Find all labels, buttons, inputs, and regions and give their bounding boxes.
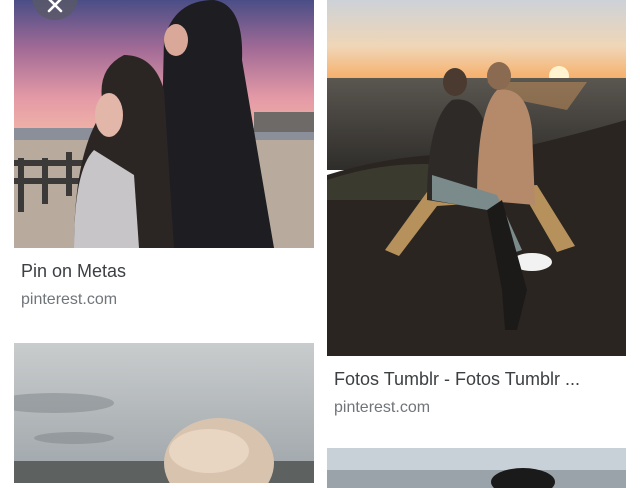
- result-title-1[interactable]: Pin on Metas: [21, 260, 307, 282]
- result-image-1[interactable]: [14, 0, 314, 248]
- result-card-2[interactable]: Fotos Tumblr - Fotos Tumblr ... pinteres…: [327, 0, 626, 430]
- result-image-4[interactable]: [327, 448, 626, 488]
- result-source-1: pinterest.com: [21, 291, 118, 308]
- result-title-2[interactable]: Fotos Tumblr - Fotos Tumblr ...: [334, 368, 619, 390]
- close-icon: [47, 0, 63, 13]
- result-card-1[interactable]: Pin on Metas pinterest.com: [14, 0, 314, 330]
- result-image-2[interactable]: [327, 0, 626, 356]
- result-card-3[interactable]: [14, 343, 314, 483]
- result-source-2: pinterest.com: [334, 399, 431, 416]
- result-image-3[interactable]: [14, 343, 314, 483]
- result-card-4[interactable]: [327, 448, 626, 488]
- results-column-left: Pin on Metas pinterest.com: [14, 0, 314, 483]
- results-column-right: Fotos Tumblr - Fotos Tumblr ... pinteres…: [327, 0, 626, 488]
